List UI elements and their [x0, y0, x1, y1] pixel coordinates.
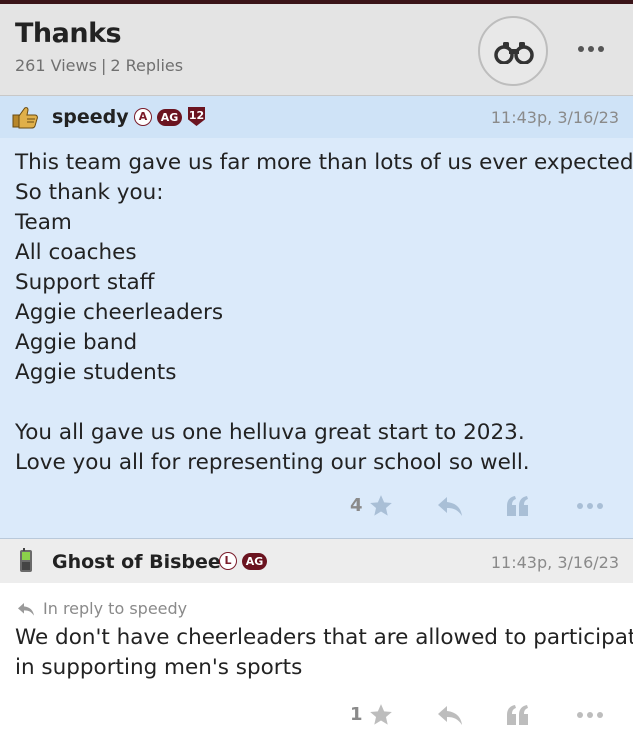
- topic-title: Thanks: [15, 18, 122, 49]
- reply-arrow-icon: [18, 603, 34, 616]
- post-line: You all gave us one helluva great start …: [15, 420, 525, 445]
- badge-12: 12: [188, 107, 205, 126]
- stats-separator: |: [100, 56, 107, 75]
- post-header: Ghost of Bisbee L AG 11:43p, 3/16/23: [0, 539, 633, 583]
- post-body: In reply to speedy We don't have cheerle…: [0, 583, 633, 750]
- more-dot: [587, 712, 593, 718]
- more-horizontal-icon: [578, 46, 584, 52]
- reply-count: 2 Replies: [110, 56, 184, 75]
- post-line: [15, 388, 633, 418]
- in-reply-to-text: In reply to speedy: [43, 599, 188, 618]
- post-line: Aggie cheerleaders: [15, 300, 224, 325]
- in-reply-to-link[interactable]: In reply to speedy: [15, 599, 187, 618]
- star-count: 1: [350, 704, 363, 725]
- badge-ag: AG: [242, 553, 267, 570]
- post-line: So thank you:: [15, 180, 164, 205]
- badge-ag: AG: [157, 109, 182, 126]
- watch-topic-button[interactable]: [478, 16, 548, 86]
- star-count: 4: [350, 495, 363, 516]
- post-content: This team gave us far more than lots of …: [15, 148, 633, 478]
- post-line: All coaches: [15, 240, 137, 265]
- post-line: Support staff: [15, 270, 155, 295]
- post-line: This team gave us far more than lots of …: [15, 150, 633, 175]
- more-dot: [598, 46, 604, 52]
- post-line: in supporting men's sports: [15, 655, 303, 680]
- star-icon[interactable]: [368, 493, 394, 519]
- more-dot: [597, 503, 603, 509]
- post-more-button[interactable]: [575, 711, 605, 719]
- binoculars-icon: [494, 42, 534, 64]
- post-timestamp: 11:43p, 3/16/23: [490, 553, 619, 572]
- post-more-button[interactable]: [575, 502, 605, 510]
- view-count: 261 Views: [15, 56, 97, 75]
- badge-a: A: [134, 108, 152, 126]
- quote-icon[interactable]: [505, 494, 531, 518]
- phone-avatar-icon: [20, 548, 32, 572]
- topic-stats: 261 Views | 2 Replies: [15, 56, 183, 75]
- topic-more-button[interactable]: [574, 40, 610, 60]
- more-dot: [587, 503, 593, 509]
- post-line: Aggie band: [15, 330, 138, 355]
- post-line: Aggie students: [15, 360, 177, 385]
- post-author[interactable]: Ghost of Bisbee: [52, 551, 221, 573]
- more-horizontal-icon: [577, 503, 583, 509]
- thumbs-up-avatar-icon: [12, 107, 38, 129]
- post-content: We don't have cheerleaders that are allo…: [15, 623, 633, 683]
- reply-arrow-icon[interactable]: [436, 703, 464, 727]
- post-timestamp: 11:43p, 3/16/23: [490, 108, 619, 127]
- topic-header: Thanks 261 Views | 2 Replies: [0, 4, 633, 96]
- post-line: Love you all for representing our school…: [15, 450, 530, 475]
- star-icon[interactable]: [368, 702, 394, 728]
- badge-l: L: [219, 552, 237, 570]
- post-header: speedy A AG 12 11:43p, 3/16/23: [0, 96, 633, 138]
- more-dot: [597, 712, 603, 718]
- post-body: This team gave us far more than lots of …: [0, 138, 633, 539]
- reply-arrow-icon[interactable]: [436, 494, 464, 518]
- more-dot: [588, 46, 594, 52]
- post-author[interactable]: speedy: [52, 106, 129, 128]
- quote-icon[interactable]: [505, 703, 531, 727]
- post-line: We don't have cheerleaders that are allo…: [15, 625, 633, 650]
- more-horizontal-icon: [577, 712, 583, 718]
- post-line: Team: [15, 210, 72, 235]
